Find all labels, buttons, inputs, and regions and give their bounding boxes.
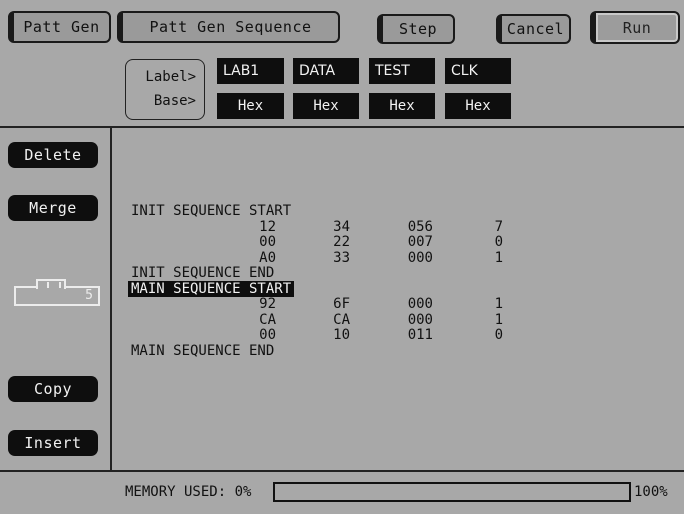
init-end-label: INIT SEQUENCE END xyxy=(131,265,275,281)
cancel-label: Cancel xyxy=(506,20,565,38)
cell-lab1: 00 xyxy=(259,327,276,343)
run-label: Run xyxy=(622,18,652,37)
label-field-lab1[interactable]: LAB1 xyxy=(217,58,284,84)
table-row[interactable]: 92 6F 000 1 xyxy=(131,296,503,313)
cell-data: CA xyxy=(333,311,350,328)
cell-data: 10 xyxy=(333,327,350,343)
table-row[interactable]: 12 34 056 7 xyxy=(131,218,503,236)
base-field-lab1[interactable]: Hex xyxy=(217,93,284,119)
main-start-label: MAIN SEQUENCE START xyxy=(128,280,295,297)
base-field-data[interactable]: Hex xyxy=(293,93,359,119)
cell-test: 007 xyxy=(407,234,433,250)
cell-test: 056 xyxy=(407,218,433,235)
init-start-row[interactable]: INIT SEQUENCE START xyxy=(131,203,294,220)
cell-clk: 1 xyxy=(494,249,503,266)
insert-label: Insert xyxy=(24,434,82,452)
label-field-clk[interactable]: CLK xyxy=(445,58,511,84)
cell-lab1: 00 xyxy=(259,234,276,250)
slider-knob-icon[interactable] xyxy=(36,279,66,289)
merge-button[interactable]: Merge xyxy=(8,195,98,221)
cell-data: 34 xyxy=(333,218,350,235)
step-button[interactable]: Step xyxy=(377,14,455,44)
page-title: Patt Gen Sequence xyxy=(149,18,312,36)
table-row[interactable]: 00 22 007 0 xyxy=(131,234,503,251)
cell-clk: 0 xyxy=(494,234,503,250)
cell-lab1: 12 xyxy=(259,218,276,235)
scroll-slider[interactable]: 5 xyxy=(14,279,100,306)
delete-button[interactable]: Delete xyxy=(8,142,98,168)
label-base-prompt: Label> Base> xyxy=(125,59,205,120)
cell-clk: 7 xyxy=(494,218,503,235)
table-row[interactable]: 00 10 011 0 xyxy=(131,327,503,344)
sequence-listing: INIT SEQUENCE START 12 34 056 7 00 22 00… xyxy=(128,203,503,360)
cell-clk: 1 xyxy=(494,311,503,328)
cell-clk: 0 xyxy=(494,327,503,343)
label-field-data[interactable]: DATA xyxy=(293,58,359,84)
cell-data: 22 xyxy=(333,234,350,250)
patt-gen-label: Patt Gen xyxy=(23,18,100,36)
step-label: Step xyxy=(398,20,438,38)
cell-test: 000 xyxy=(407,249,433,266)
cell-data: 33 xyxy=(333,249,350,266)
footer-divider xyxy=(0,470,684,472)
cell-lab1: CA xyxy=(259,311,276,328)
cell-clk: 1 xyxy=(494,296,503,312)
base-field-test[interactable]: Hex xyxy=(369,93,435,119)
patt-gen-sequence-button[interactable]: Patt Gen Sequence xyxy=(117,11,340,43)
base-field-clk[interactable]: Hex xyxy=(445,93,511,119)
label-prompt: Label> xyxy=(145,69,196,85)
base-prompt: Base> xyxy=(153,93,196,109)
merge-label: Merge xyxy=(29,199,77,217)
cell-lab1: A0 xyxy=(259,249,276,266)
memory-max-label: 100% xyxy=(634,484,668,500)
memory-usage-bar xyxy=(273,482,631,502)
delete-label: Delete xyxy=(24,146,82,164)
cell-data: 6F xyxy=(333,296,350,312)
copy-button[interactable]: Copy xyxy=(8,376,98,402)
main-end-label: MAIN SEQUENCE END xyxy=(131,342,275,359)
header-divider xyxy=(0,126,684,128)
sidebar-divider xyxy=(110,126,112,472)
main-start-row[interactable]: MAIN SEQUENCE START xyxy=(128,280,295,298)
init-start-label: INIT SEQUENCE START xyxy=(131,203,292,219)
patt-gen-button[interactable]: Patt Gen xyxy=(8,11,111,43)
run-button[interactable]: Run xyxy=(590,11,680,44)
cell-lab1: 92 xyxy=(259,296,276,312)
memory-used-label: MEMORY USED: 0% xyxy=(125,484,252,500)
cell-test: 000 xyxy=(407,311,433,328)
table-row[interactable]: CA CA 000 1 xyxy=(131,311,503,329)
cancel-button[interactable]: Cancel xyxy=(496,14,571,44)
cell-test: 011 xyxy=(407,327,433,343)
main-end-row[interactable]: MAIN SEQUENCE END xyxy=(131,342,294,360)
insert-button[interactable]: Insert xyxy=(8,430,98,456)
label-field-test[interactable]: TEST xyxy=(369,58,435,84)
table-row[interactable]: A0 33 000 1 xyxy=(131,249,503,267)
slider-value: 5 xyxy=(85,288,93,303)
copy-label: Copy xyxy=(33,380,73,398)
cell-test: 000 xyxy=(407,296,433,312)
init-end-row[interactable]: INIT SEQUENCE END xyxy=(131,265,294,282)
